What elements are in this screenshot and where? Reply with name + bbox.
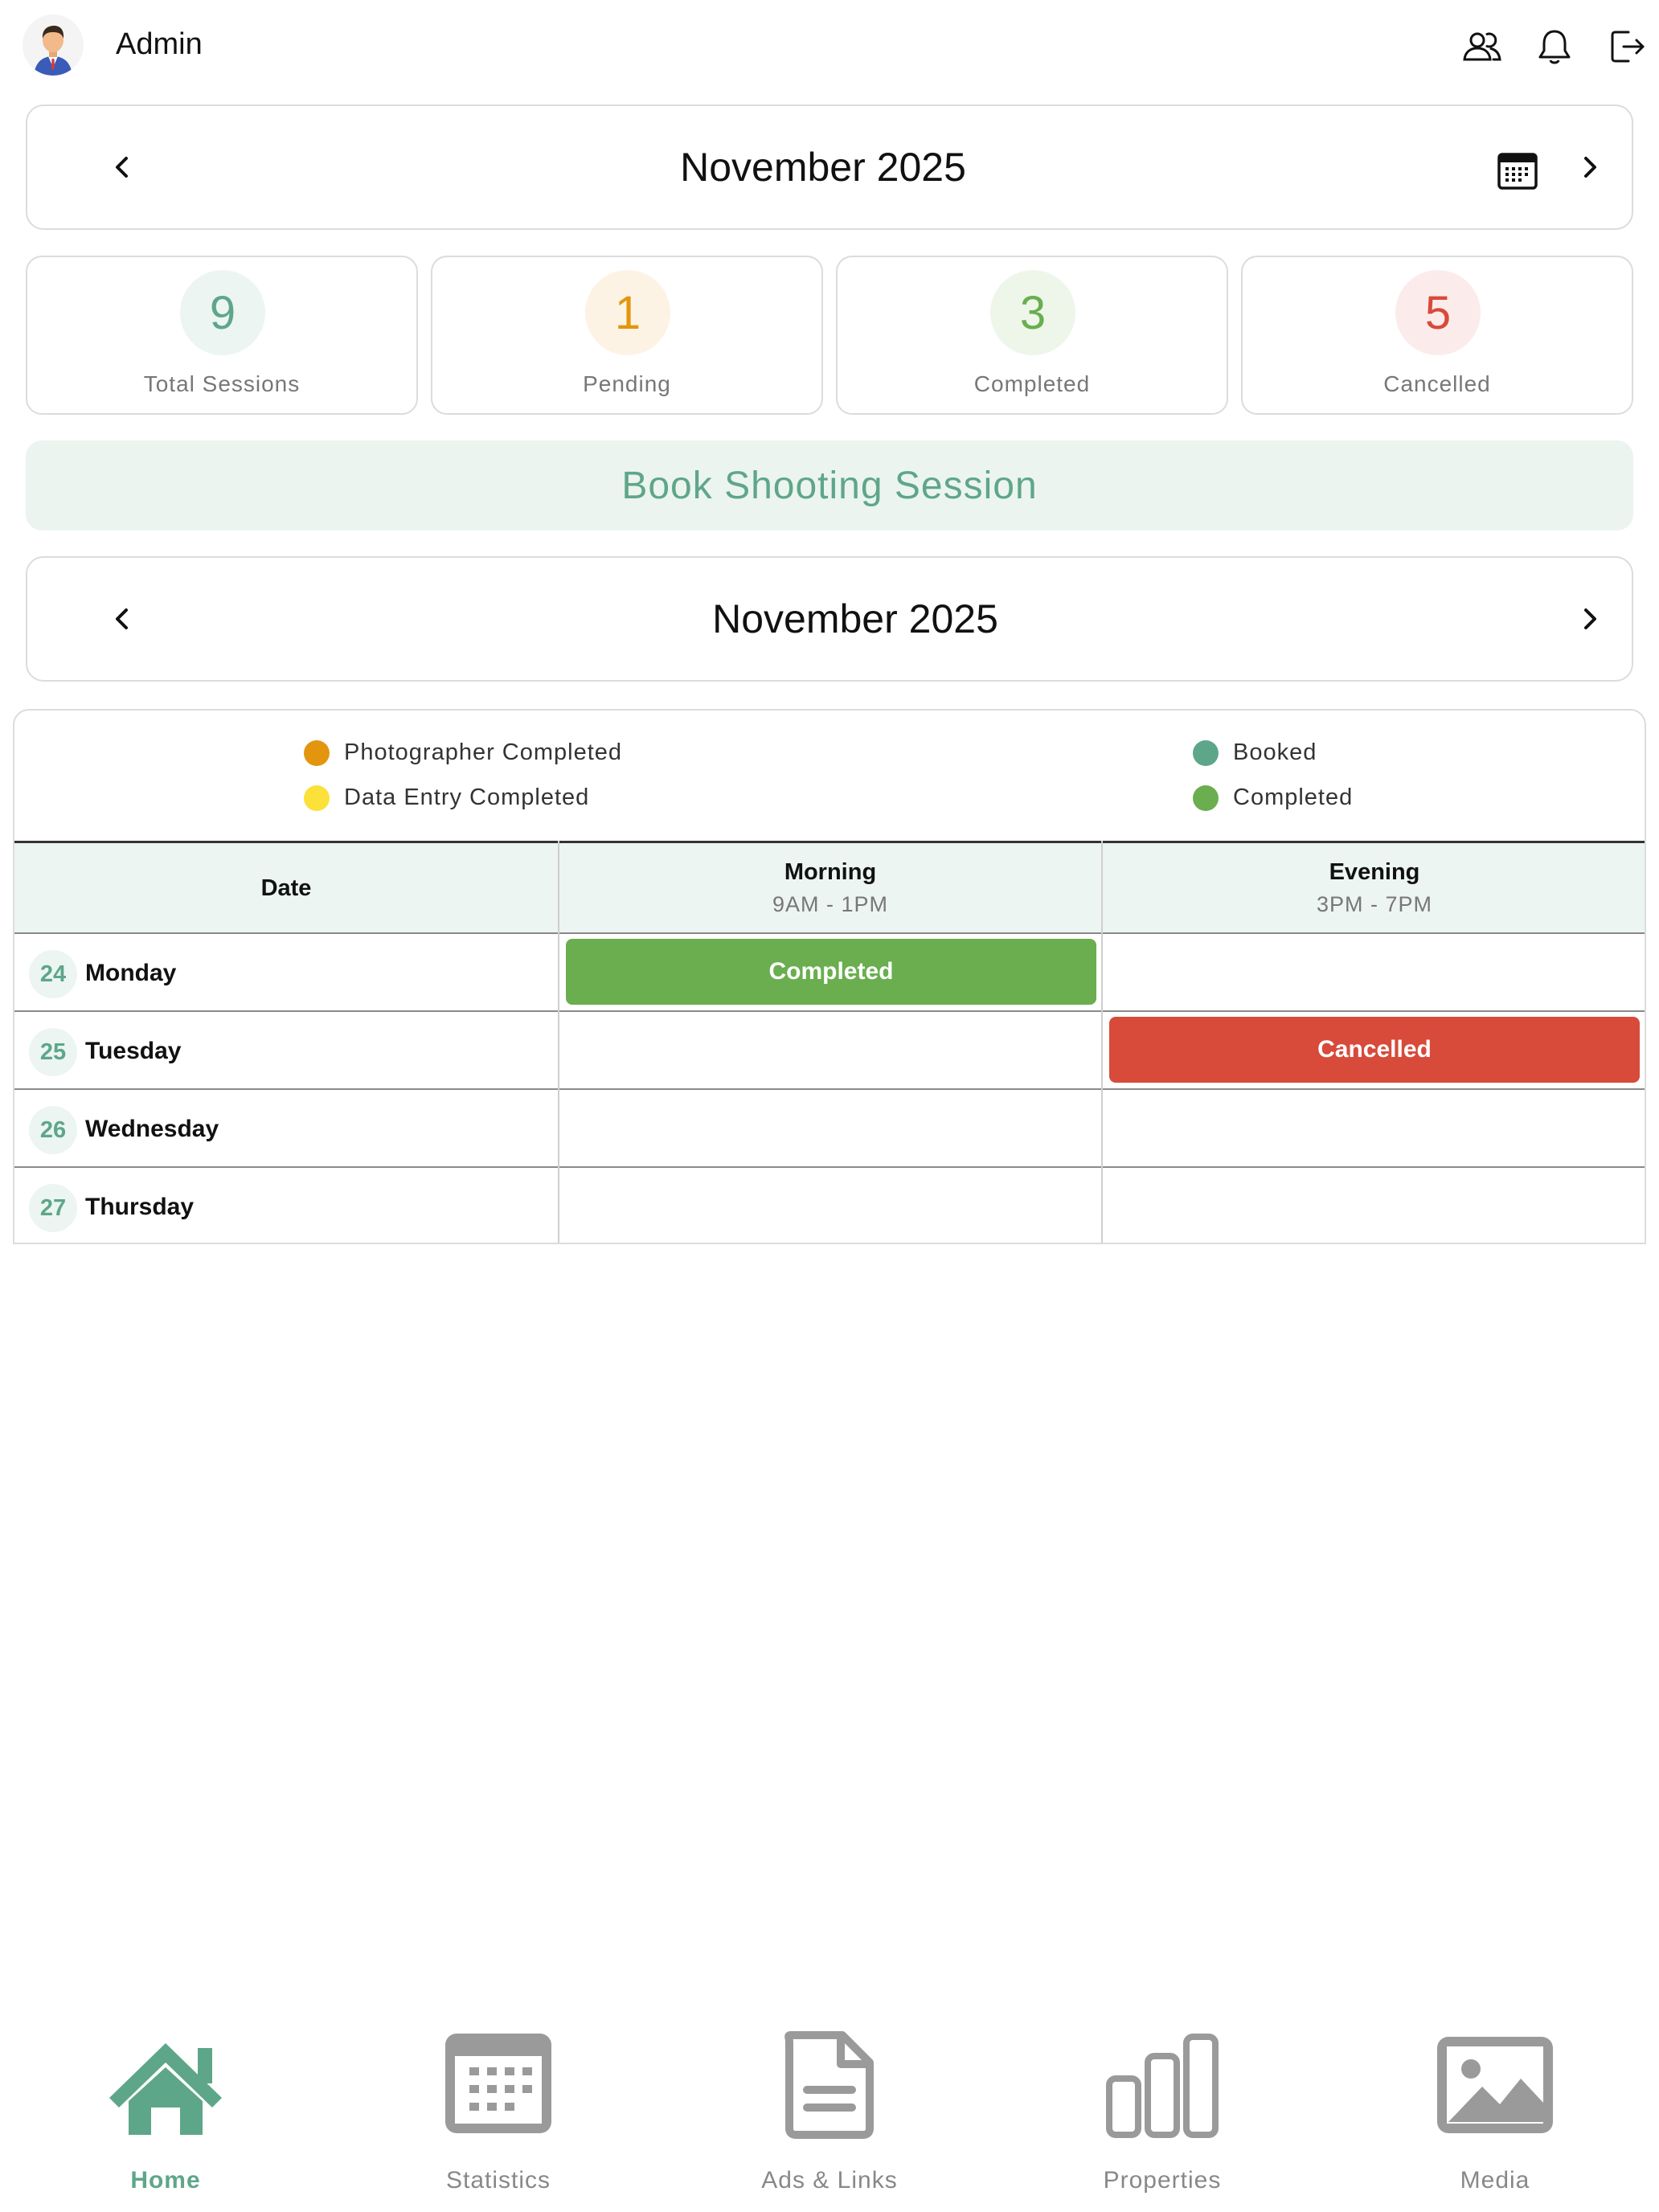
schedule-month-selector: November 2025 [26,556,1633,682]
nav-label: Home [130,2167,201,2194]
day-name: Tuesday [85,1038,182,1064]
image-icon [1431,2029,1559,2141]
stat-value: 9 [180,270,265,355]
schedule-month-title: November 2025 [712,596,998,641]
table-row: 25 Tuesday Cancelled [14,1012,1645,1090]
legend-dot [1193,784,1219,811]
legend-data-entry-completed: Data Entry Completed [304,784,589,811]
chevron-left-icon[interactable] [93,138,151,196]
header-date-label: Date [260,875,312,901]
calendar-icon[interactable] [1489,141,1546,199]
header-date: Date [14,843,558,933]
nav-label: Statistics [445,2167,551,2194]
calendar-grid-icon [434,2029,563,2141]
evening-slot-empty[interactable] [1109,939,1640,1005]
legend-label: Data Entry Completed [344,784,590,810]
stat-label: Cancelled [1383,371,1491,396]
day-name: Thursday [85,1194,195,1220]
legend-photographer-completed: Photographer Completed [304,739,622,766]
chevron-right-icon[interactable] [1561,138,1619,196]
nav-media[interactable]: Media [1374,2017,1616,2212]
legend-dot [1193,739,1219,766]
header-evening-title: Evening [1329,859,1420,885]
chevron-left-icon[interactable] [93,590,151,648]
user-name: Admin [116,27,203,61]
header-morning-title: Morning [784,859,877,885]
nav-label: Ads & Links [761,2167,898,2194]
morning-slot-empty[interactable] [566,1173,1096,1239]
avatar[interactable] [23,14,84,76]
legend-label: Booked [1233,739,1317,765]
stat-value: 5 [1395,270,1481,355]
header-evening-time: 3PM - 7PM [1316,892,1433,916]
stat-label: Pending [583,371,671,396]
morning-slot-empty[interactable] [566,1095,1096,1161]
month-selector: November 2025 [26,104,1633,230]
stat-card-total[interactable]: 9 Total Sessions [26,256,418,415]
day-name: Wednesday [85,1116,219,1142]
bottom-navigation: Home Statistics Ads & Links Properties M… [0,2017,1659,2212]
table-row: 27 Thursday [14,1168,1645,1243]
table-row: 24 Monday Completed [14,934,1645,1012]
table-header: Date Morning 9AM - 1PM Evening 3PM - 7PM [14,841,1645,934]
column-divider [558,841,559,1243]
document-icon [765,2029,894,2141]
bar-chart-icon [1098,2029,1227,2141]
nav-home[interactable]: Home [45,2017,286,2212]
day-number: 24 [29,950,77,998]
header-morning-time: 9AM - 1PM [772,892,889,916]
book-session-button[interactable]: Book Shooting Session [26,440,1633,530]
stat-card-completed[interactable]: 3 Completed [836,256,1228,415]
logout-icon[interactable] [1603,23,1651,71]
nav-ads-links[interactable]: Ads & Links [709,2017,950,2212]
nav-label: Properties [1103,2167,1222,2194]
chevron-right-icon[interactable] [1561,590,1619,648]
nav-statistics[interactable]: Statistics [378,2017,619,2212]
morning-slot-empty[interactable] [566,1017,1096,1083]
evening-slot-empty[interactable] [1109,1173,1640,1239]
stat-card-cancelled[interactable]: 5 Cancelled [1241,256,1633,415]
nav-properties[interactable]: Properties [1042,2017,1283,2212]
stat-card-pending[interactable]: 1 Pending [431,256,823,415]
header-morning: Morning 9AM - 1PM [559,843,1101,933]
evening-slot-cancelled[interactable]: Cancelled [1109,1017,1640,1083]
legend-label: Photographer Completed [344,739,623,765]
stat-value: 1 [585,270,670,355]
day-number: 27 [29,1184,77,1232]
users-icon[interactable] [1458,23,1506,71]
bell-icon[interactable] [1530,23,1579,71]
legend-dot [304,739,330,766]
table-row: 26 Wednesday [14,1090,1645,1168]
legend-dot [304,784,330,811]
stat-value: 3 [990,270,1075,355]
column-divider [1101,841,1103,1243]
day-number: 26 [29,1106,77,1154]
table-body: 24 Monday Completed 25 Tuesday Cancelled… [14,934,1645,1243]
month-title: November 2025 [680,145,966,190]
day-number: 25 [29,1028,77,1076]
morning-slot-completed[interactable]: Completed [566,939,1096,1005]
evening-slot-empty[interactable] [1109,1095,1640,1161]
nav-label: Media [1460,2167,1530,2194]
home-icon [101,2029,230,2141]
legend-label: Completed [1233,784,1354,810]
legend-booked: Booked [1193,739,1317,766]
stat-label: Total Sessions [143,371,301,396]
schedule-card: Photographer Completed Data Entry Comple… [13,709,1646,1244]
header-evening: Evening 3PM - 7PM [1103,843,1645,933]
day-name: Monday [85,960,177,986]
app-header: Admin [0,0,1659,93]
legend-completed: Completed [1193,784,1353,811]
stat-label: Completed [973,371,1091,396]
